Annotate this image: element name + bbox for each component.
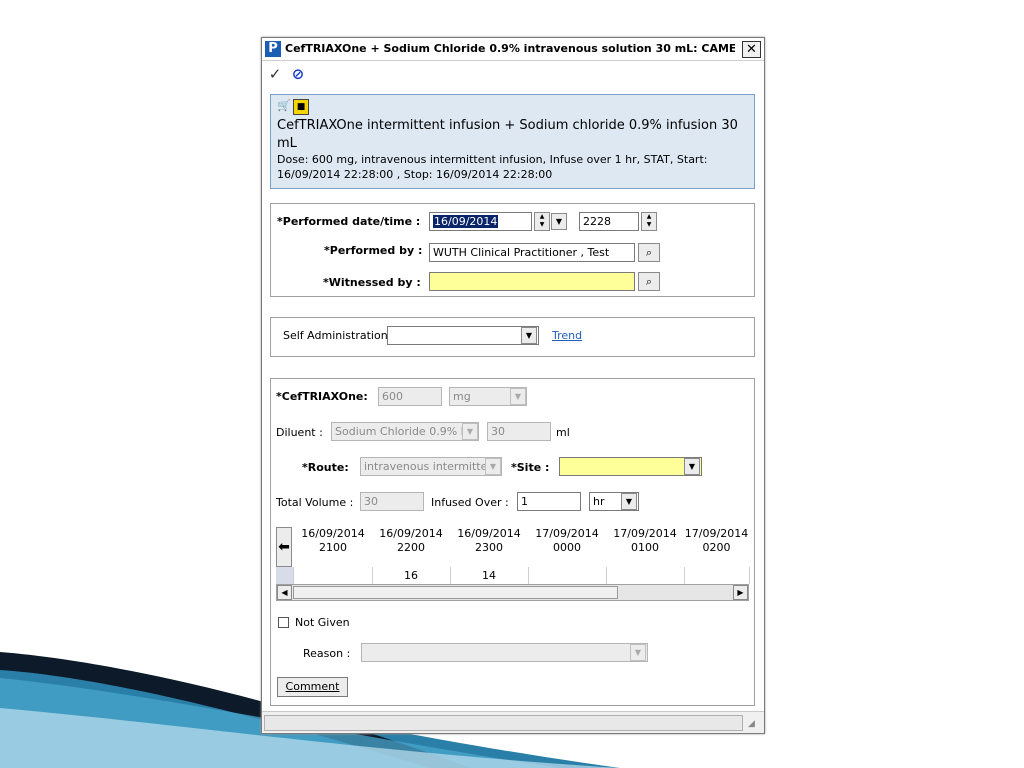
app-logo-icon: P: [265, 41, 281, 57]
site-label: *Site :: [511, 461, 550, 474]
scroll-right-icon[interactable]: ▶: [733, 585, 748, 600]
witnessed-by-label: *Witnessed by :: [323, 276, 421, 289]
chevron-down-icon: ▼: [485, 458, 501, 475]
timeline-column-header[interactable]: 17/09/2014 0000: [528, 527, 606, 555]
arrow-left-icon[interactable]: ⬅: [276, 527, 292, 567]
chevron-down-icon: ▼: [510, 388, 526, 405]
timeline-cell[interactable]: [606, 567, 685, 584]
drug-dose-label: *CefTRIAXOne:: [276, 390, 368, 403]
medication-administration-window: P CefTRIAXOne + Sodium Chloride 0.9% int…: [261, 37, 765, 734]
order-title: CefTRIAXOne intermittent infusion + Sodi…: [277, 118, 738, 151]
total-volume-field: 30: [360, 492, 424, 511]
scroll-left-icon[interactable]: ◀: [277, 585, 292, 600]
timeline-column-header[interactable]: 16/09/2014 2100: [294, 527, 372, 555]
route-select: intravenous intermitten: [360, 457, 502, 476]
chevron-down-icon[interactable]: ▼: [521, 327, 537, 344]
resize-grip-icon[interactable]: ◢: [748, 718, 760, 730]
total-volume-label: Total Volume :: [276, 496, 354, 509]
sign-checkmark-icon[interactable]: ✓: [266, 65, 284, 83]
comment-button[interactable]: Comment: [277, 677, 348, 697]
alert-badge-icon: ■: [293, 99, 309, 115]
chevron-down-icon: ▼: [630, 644, 646, 661]
infused-over-field[interactable]: 1: [517, 492, 581, 511]
date-spinner[interactable]: ▲ ▼: [534, 212, 550, 231]
site-select[interactable]: [559, 457, 702, 476]
reason-select: [361, 643, 648, 662]
infused-over-label: Infused Over :: [431, 496, 509, 509]
not-given-checkbox[interactable]: [278, 617, 289, 628]
timeline-column-header[interactable]: 17/09/2014 0200: [684, 527, 749, 555]
date-dropdown-arrow[interactable]: ▼: [551, 213, 567, 230]
title-bar: P CefTRIAXOne + Sodium Chloride 0.9% int…: [262, 38, 764, 61]
timeline-cell[interactable]: [294, 567, 373, 584]
window-title: CefTRIAXOne + Sodium Chloride 0.9% intra…: [285, 42, 735, 55]
diluent-select: Sodium Chloride 0.9% IV: [331, 422, 479, 441]
horizontal-scrollbar[interactable]: ◀ ▶: [276, 584, 749, 601]
timeline-grid: ⬅ 16/09/2014 2100 16/09/2014 2200 16/09/20…: [276, 527, 750, 602]
timeline-cell[interactable]: [684, 567, 750, 584]
diluent-unit-label: ml: [556, 426, 570, 439]
self-administration-label: Self Administration:: [283, 329, 392, 342]
status-pane: [264, 715, 743, 731]
cancel-icon[interactable]: ⊘: [289, 65, 307, 83]
performed-by-label: *Performed by :: [324, 244, 423, 257]
order-details: Dose: 600 mg, intravenous intermittent i…: [277, 153, 708, 181]
performed-date-field[interactable]: 16/09/2014: [429, 212, 532, 231]
timeline-cell[interactable]: 14: [450, 567, 529, 584]
performed-by-field[interactable]: WUTH Clinical Practitioner , Test: [429, 243, 635, 262]
self-administration-panel: Self Administration: ▼ Trend: [270, 317, 755, 357]
drug-dose-field: 600: [378, 387, 442, 406]
status-bar: ◢: [262, 711, 764, 733]
performed-datetime-label: *Performed date/time :: [277, 215, 421, 228]
diluent-label: Diluent :: [276, 426, 323, 439]
timeline-column-header[interactable]: 16/09/2014 2300: [450, 527, 528, 555]
order-summary: 🛒 ■ CefTRIAXOne intermittent infusion + …: [270, 94, 755, 189]
binoculars-search-icon[interactable]: ⌕: [638, 243, 660, 262]
diluent-amount-field: 30: [487, 422, 551, 441]
not-given-label: Not Given: [295, 616, 350, 629]
timeline-cell[interactable]: [528, 567, 607, 584]
route-label: *Route:: [302, 461, 349, 474]
timeline-column-header[interactable]: 16/09/2014 2200: [372, 527, 450, 555]
binoculars-search-icon[interactable]: ⌕: [638, 272, 660, 291]
witnessed-by-field[interactable]: [429, 272, 635, 291]
timeline-cell[interactable]: 16: [372, 567, 451, 584]
performed-panel: *Performed date/time : 16/09/2014 ▲ ▼ ▼ 2…: [270, 203, 755, 297]
chevron-down-icon[interactable]: ▼: [621, 493, 637, 510]
cart-icon: 🛒: [277, 99, 291, 112]
timeline-column-header[interactable]: 17/09/2014 0100: [606, 527, 684, 555]
self-administration-select[interactable]: [387, 326, 539, 345]
reason-label: Reason :: [303, 647, 351, 660]
chevron-down-icon: ▼: [462, 423, 478, 440]
scrollbar-thumb[interactable]: [293, 586, 618, 599]
performed-time-field[interactable]: 2228: [579, 212, 639, 231]
time-spinner[interactable]: ▲ ▼: [641, 212, 657, 231]
chevron-down-icon[interactable]: ▼: [684, 458, 700, 475]
trend-link[interactable]: Trend: [552, 329, 582, 342]
close-icon[interactable]: ✕: [742, 41, 761, 58]
dose-panel: *CefTRIAXOne: 600 mg ▼ Diluent : Sodium …: [270, 378, 755, 706]
timeline-row-marker: [276, 567, 294, 584]
